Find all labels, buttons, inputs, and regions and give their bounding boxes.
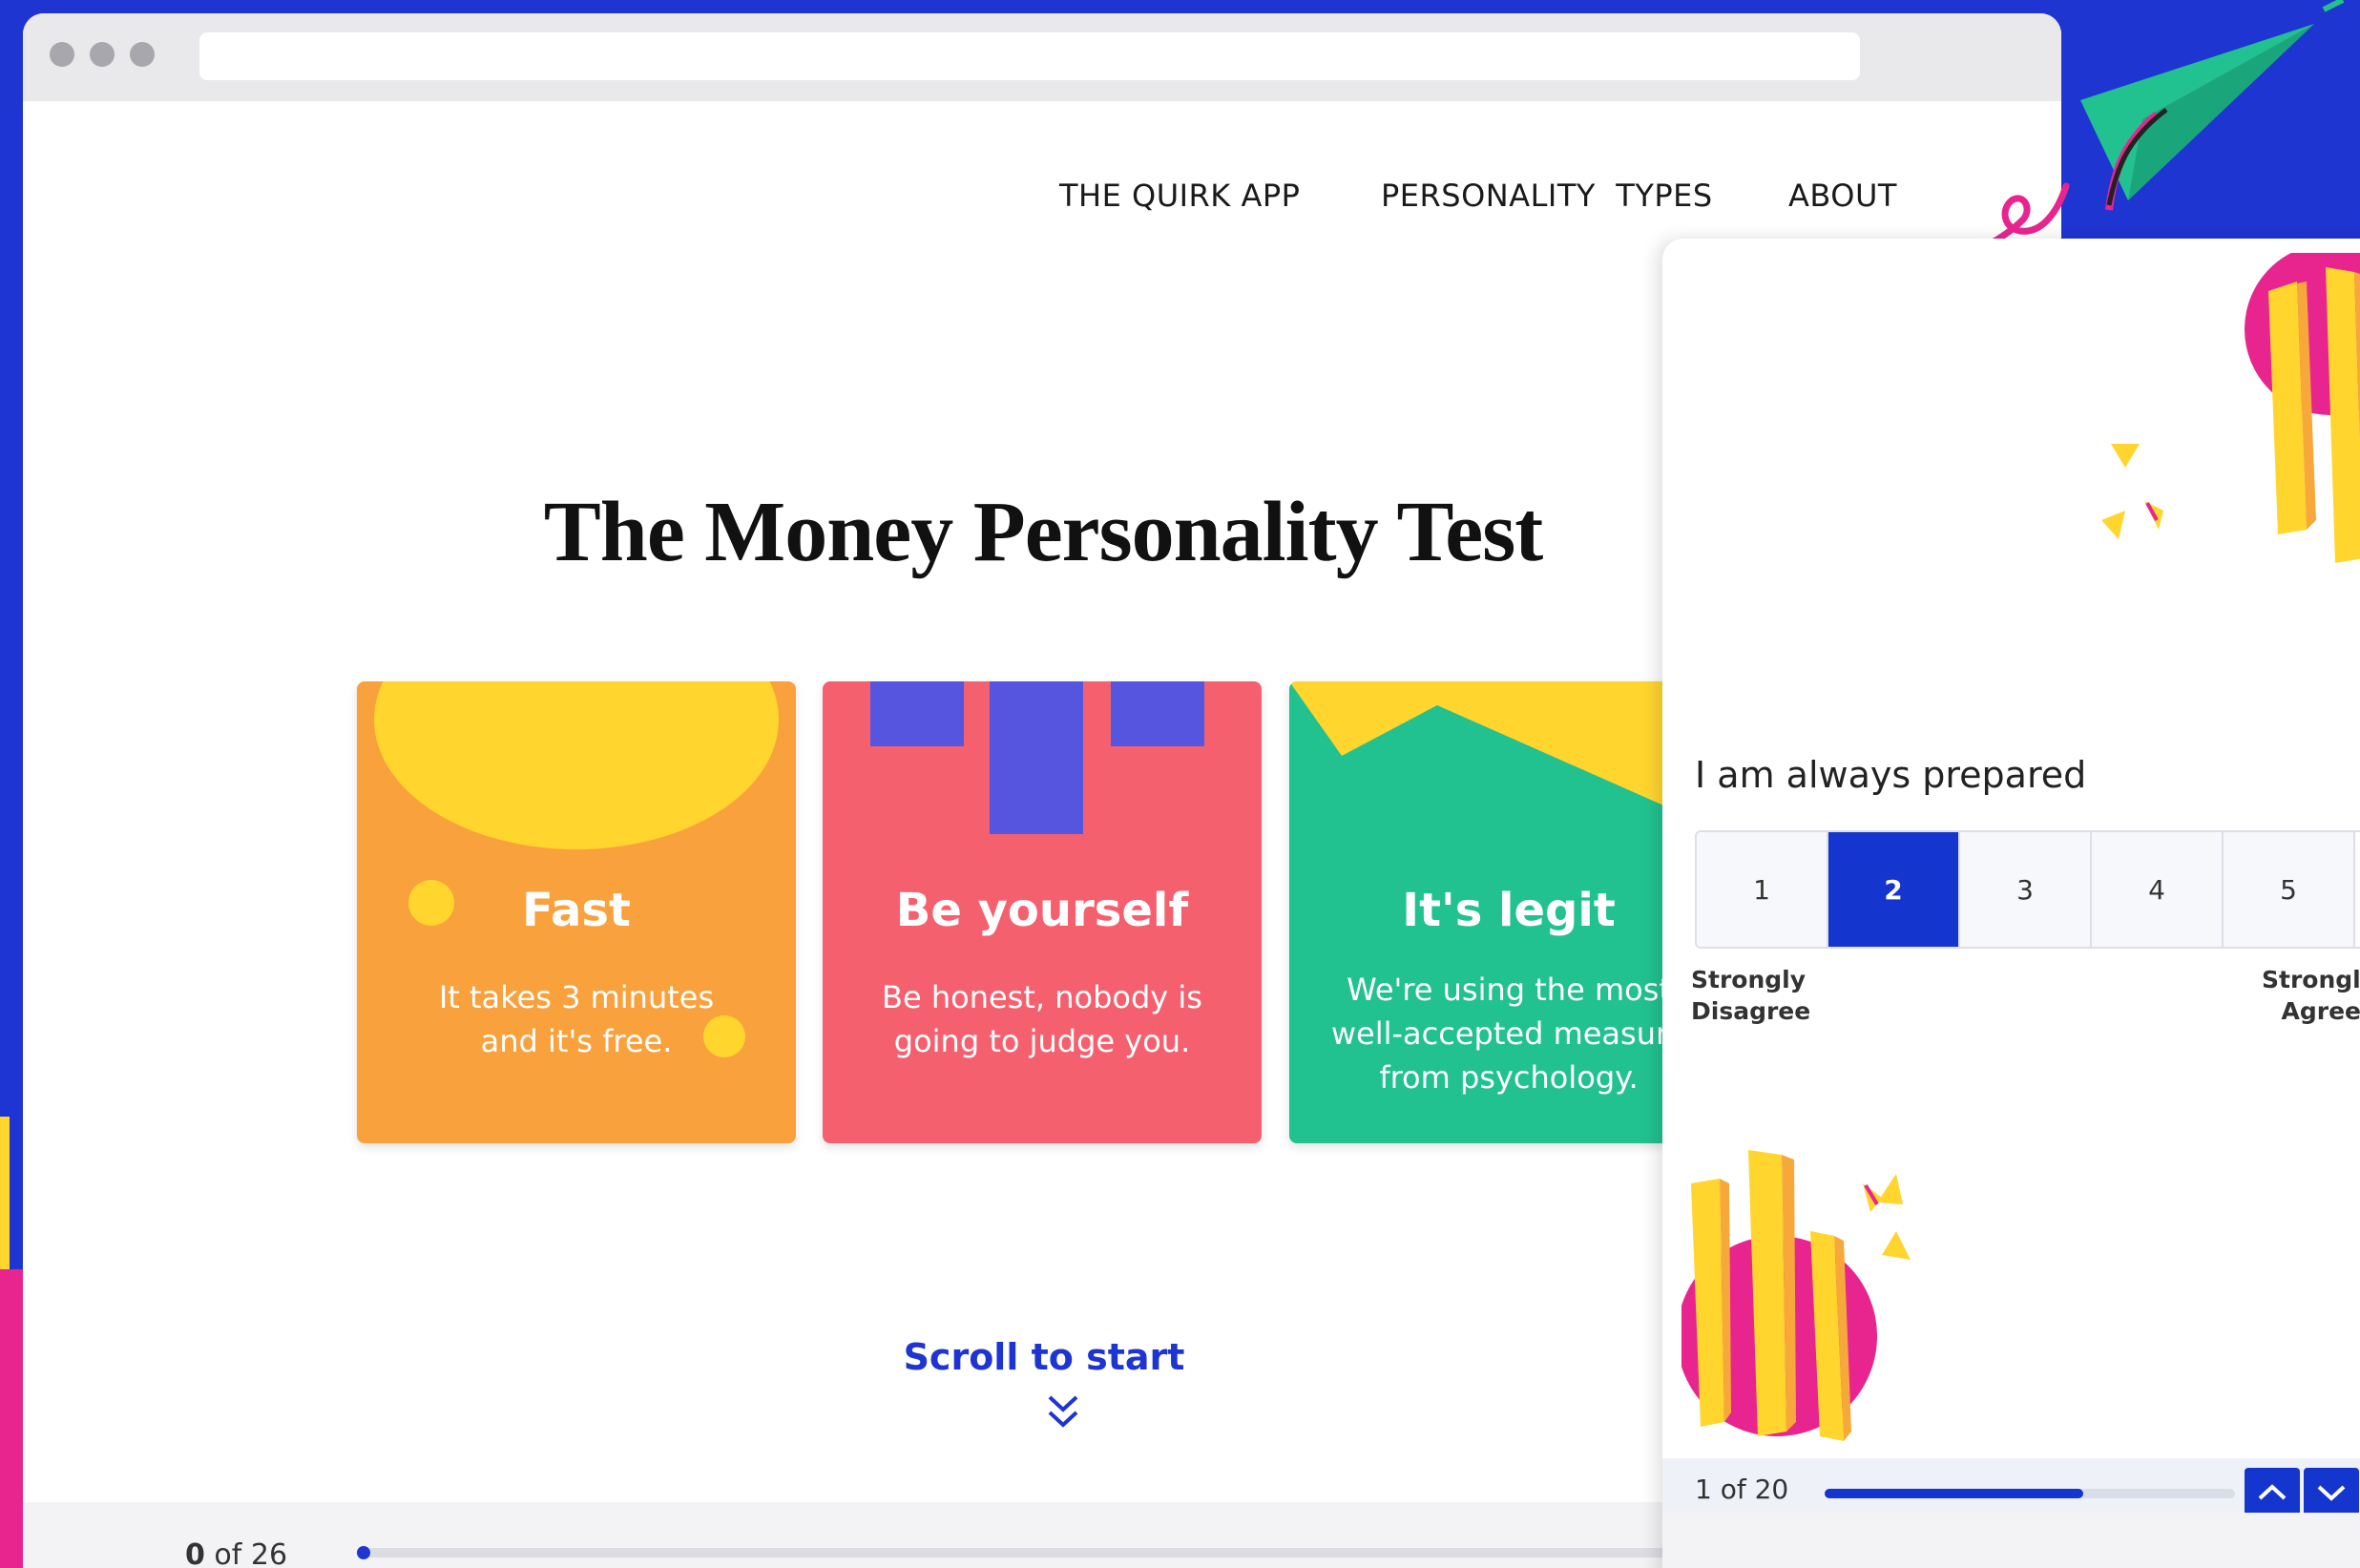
scale-label-agree-line-2: Agree [2281, 997, 2360, 1025]
card-fast-title: Fast [522, 884, 631, 937]
nav-link-quirk-app[interactable]: THE QUIRK APP [1059, 178, 1300, 214]
decorative-strip [0, 1269, 23, 1568]
scale-label-disagree-line-1: Strongly [1691, 966, 1807, 993]
window-control-dot[interactable] [90, 42, 115, 67]
nav-link-personality-types[interactable]: PERSONALITY TYPES [1381, 178, 1713, 214]
quiz-progress-fill [1825, 1489, 2083, 1498]
card-be-yourself-title: Be yourself [895, 884, 1189, 937]
feature-card-be-yourself: Be yourself Be honest, nobody is going t… [823, 681, 1262, 1143]
window-control-dot[interactable] [130, 42, 155, 67]
scale-label-disagree: Strongly Disagree [1691, 964, 1810, 1027]
double-chevron-down-icon[interactable] [1044, 1391, 1082, 1433]
quiz-question: I am always prepared [1695, 754, 2087, 796]
bars-illustration-bottom [1681, 1150, 1911, 1441]
page-title-text: The Money Personality Test [543, 485, 1543, 579]
chevron-down-icon [2317, 1485, 2346, 1501]
chevron-up-icon [2258, 1484, 2287, 1500]
browser-toolbar [23, 13, 2061, 101]
scale-label-agree: Strongly Agree [2262, 964, 2360, 1027]
scale-option-5[interactable]: 5 [2224, 832, 2355, 947]
card-fast-line-2: and it's free. [480, 1023, 673, 1059]
scale-label-agree-line-1: Strongly [2262, 966, 2360, 993]
quiz-progress-counter: 1 of 20 [1695, 1474, 1789, 1505]
card-be-yourself-line-2: going to judge you. [893, 1023, 1191, 1059]
card-be-yourself-line-1: Be honest, nobody is [882, 979, 1202, 1015]
scale-option-3[interactable]: 3 [1960, 832, 2092, 947]
nav-link-about[interactable]: ABOUT [1788, 178, 1897, 214]
previous-question-button[interactable] [2245, 1468, 2300, 1516]
scale-label-disagree-line-2: Disagree [1691, 997, 1811, 1025]
paper-plane-icon [2080, 0, 2345, 211]
progress-indicator[interactable] [357, 1546, 370, 1559]
scale-option-4[interactable]: 4 [2092, 832, 2224, 947]
card-fast-line-1: It takes 3 minutes [438, 979, 715, 1015]
progress-counter: 0 of 26 [185, 1538, 287, 1568]
progress-track [357, 1548, 1693, 1558]
address-bar[interactable] [199, 32, 1860, 80]
bars-illustration-top [2101, 253, 2360, 563]
decorative-strip [0, 1117, 10, 1269]
window-control-dot[interactable] [50, 42, 74, 67]
progress-total: of 26 [204, 1538, 288, 1568]
next-question-button[interactable] [2304, 1468, 2359, 1516]
quiz-panel: I am always prepared 1 2 3 4 5 Strongly … [1662, 239, 2360, 1568]
stage: THE QUIRK APP PERSONALITY TYPES ABOUT Th… [0, 0, 2360, 1568]
feature-card-fast: Fast It takes 3 minutes and it's free. [357, 681, 796, 1143]
scale-option-2-selected[interactable]: 2 [1828, 832, 1960, 947]
scale-option-1[interactable]: 1 [1697, 832, 1828, 947]
panel-bottom-area [1662, 1513, 2360, 1568]
progress-current: 0 [185, 1538, 205, 1568]
likert-scale: 1 2 3 4 5 [1695, 830, 2360, 949]
